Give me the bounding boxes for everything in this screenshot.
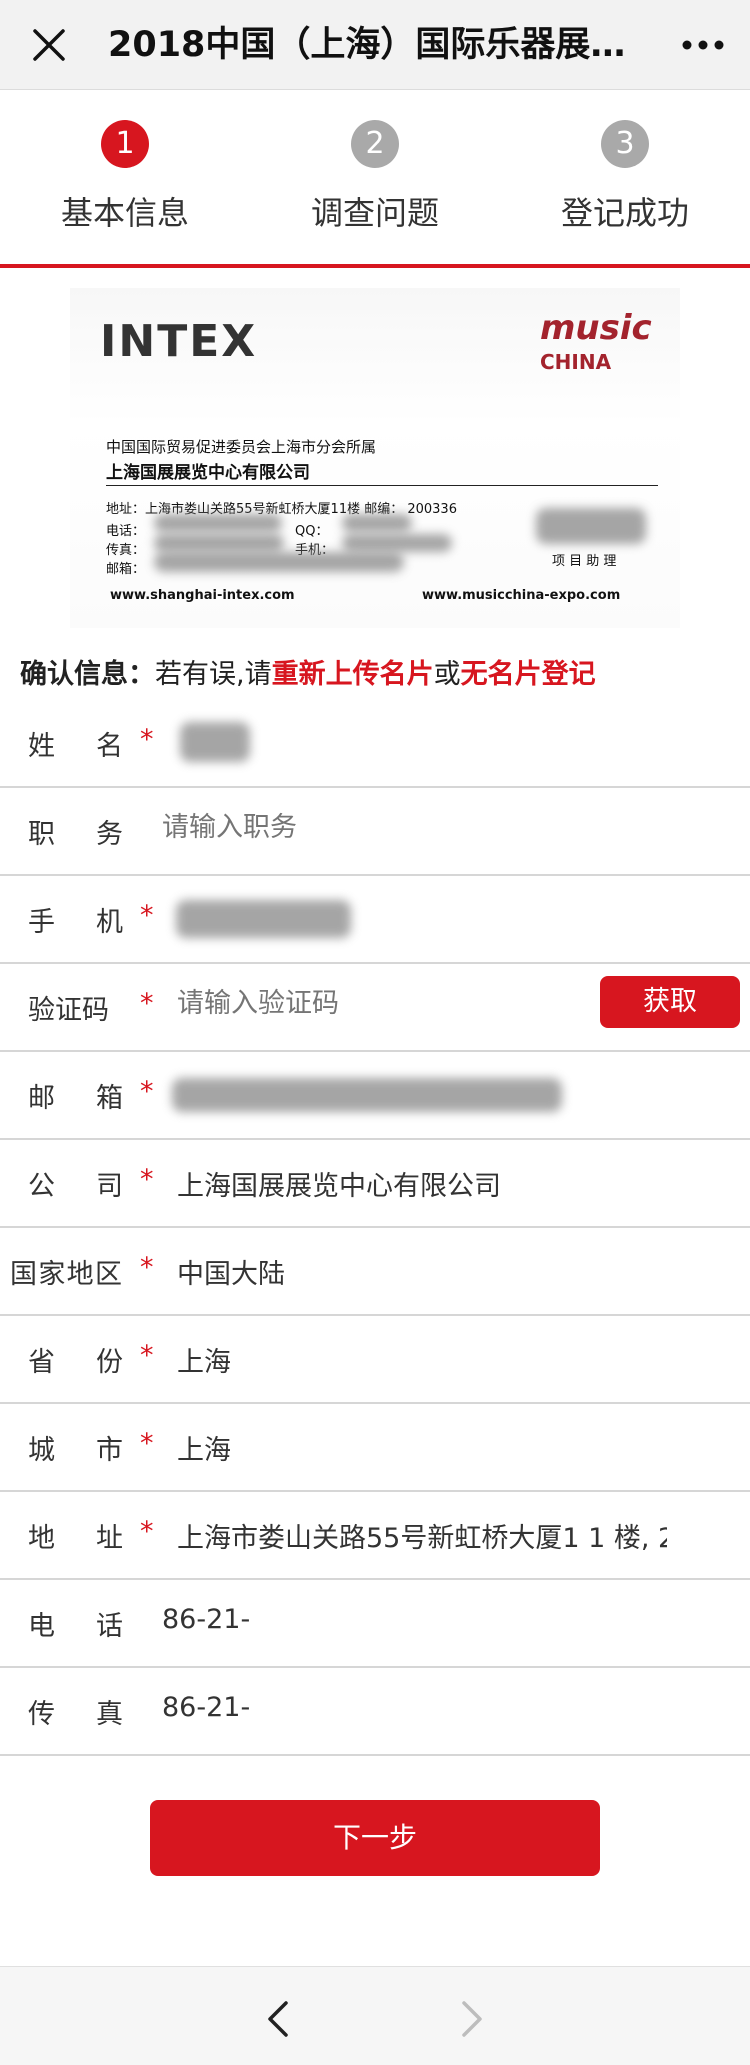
forward-arrow-icon[interactable] [458, 1999, 488, 2039]
required-mark: * [140, 988, 154, 1019]
form-row-fax: 传真 86-21- [0, 1668, 750, 1756]
region-field[interactable]: 中国大陆 [177, 1252, 667, 1291]
redacted-area [154, 534, 284, 552]
progress-steps: 1 基本信息 2 调查问题 3 登记成功 [0, 90, 750, 266]
form-row-address: 地址 * 上海市娄山关路55号新虹桥大厦1 1 楼, 2 [0, 1492, 750, 1580]
email-field[interactable] [172, 1078, 562, 1112]
required-mark: * [140, 1252, 154, 1283]
position-label: 职务 [28, 819, 123, 850]
mobile-label: 手机 [28, 907, 123, 938]
confirm-info: 确认信息：若有误,请重新上传名片或无名片登记 [20, 652, 740, 691]
form-row-company: 公司 * 上海国展展览中心有限公司 [0, 1140, 750, 1228]
city-field[interactable]: 上海 [177, 1428, 667, 1467]
confirm-text-or: 或 [433, 659, 461, 690]
next-step-button[interactable]: 下一步 [150, 1800, 600, 1876]
required-mark: * [140, 724, 154, 755]
card-fax-label: 传真： [106, 543, 146, 558]
city-label: 城市 [28, 1435, 123, 1466]
form-row-code: 验证码 * 获取 [0, 964, 750, 1052]
phone-label: 电话 [28, 1611, 123, 1642]
position-input[interactable] [162, 812, 642, 843]
intex-logo: INTEX [100, 316, 258, 367]
card-divider [106, 485, 658, 486]
form-row-province: 省份 * 上海 [0, 1316, 750, 1404]
mobile-field[interactable] [176, 900, 351, 938]
required-mark: * [140, 1340, 154, 1371]
more-icon[interactable] [680, 30, 726, 60]
business-card-image: INTEX music CHINA 中国国际贸易促进委员会上海市分会所属 上海国… [70, 288, 680, 628]
verification-code-input[interactable] [177, 988, 577, 1019]
fax-field[interactable]: 86-21- [162, 1692, 652, 1723]
fax-label: 传真 [28, 1699, 123, 1730]
step-survey: 2 调查问题 [250, 90, 500, 266]
company-label: 公司 [28, 1171, 123, 1202]
card-job-title: 项 目 助 理 [552, 554, 617, 569]
form-row-city: 城市 * 上海 [0, 1404, 750, 1492]
card-url-right: www.musicchina-expo.com [422, 588, 621, 603]
step-number: 1 [101, 120, 149, 168]
music-china-logo-sub: CHINA [540, 350, 612, 374]
email-label: 邮箱 [28, 1083, 123, 1114]
page-title: 2018中国（上海）国际乐器展… [108, 25, 626, 65]
required-mark: * [140, 1428, 154, 1459]
card-org-line1: 中国国际贸易促进委员会上海市分会所属 [106, 438, 377, 456]
name-field[interactable] [180, 722, 250, 762]
address-label: 地址 [28, 1523, 123, 1554]
province-label: 省份 [28, 1347, 123, 1378]
form-row-mobile: 手机 * [0, 876, 750, 964]
required-mark: * [140, 1076, 154, 1107]
form-row-name: 姓名 * [0, 700, 750, 788]
steps-divider [0, 264, 750, 268]
code-label: 验证码 [28, 995, 109, 1026]
card-qq-label: QQ： [295, 524, 329, 539]
required-mark: * [140, 1516, 154, 1547]
step-label: 登记成功 [560, 194, 689, 232]
title-bar: 2018中国（上海）国际乐器展… [0, 0, 750, 90]
get-code-button[interactable]: 获取 [600, 976, 740, 1028]
required-mark: * [140, 900, 154, 931]
no-card-register-link[interactable]: 无名片登记 [461, 659, 596, 690]
address-field[interactable]: 上海市娄山关路55号新虹桥大厦1 1 楼, 2 [177, 1516, 667, 1555]
phone-field[interactable]: 86-21- [162, 1604, 652, 1635]
form-row-email: 邮箱 * [0, 1052, 750, 1140]
step-label: 调查问题 [310, 194, 439, 232]
province-field[interactable]: 上海 [177, 1340, 667, 1379]
redacted-area [342, 514, 412, 532]
redacted-area [154, 552, 404, 572]
form-row-region: 国家地区 * 中国大陆 [0, 1228, 750, 1316]
redacted-area [536, 508, 646, 544]
confirm-label: 确认信息： [20, 659, 155, 690]
form-row-position: 职务 [0, 788, 750, 876]
required-mark: * [140, 1164, 154, 1195]
card-phone-label: 电话： [106, 524, 146, 539]
company-field[interactable]: 上海国展展览中心有限公司 [177, 1164, 667, 1203]
step-number: 3 [601, 120, 649, 168]
step-basic-info: 1 基本信息 [0, 90, 250, 266]
form-row-phone: 电话 86-21- [0, 1580, 750, 1668]
close-icon[interactable] [30, 26, 68, 64]
step-success: 3 登记成功 [500, 90, 750, 266]
card-email-label: 邮箱： [106, 562, 146, 577]
card-org-line2: 上海国展展览中心有限公司 [106, 463, 310, 483]
card-url-left: www.shanghai-intex.com [110, 588, 295, 603]
bottom-nav-bar [0, 1966, 750, 2065]
confirm-text: 若有误,请 [155, 659, 272, 690]
redacted-area [342, 534, 452, 552]
region-label: 国家地区 [10, 1259, 122, 1290]
name-label: 姓名 [28, 731, 123, 762]
step-label: 基本信息 [60, 194, 189, 232]
back-arrow-icon[interactable] [262, 1999, 292, 2039]
redacted-area [154, 514, 282, 532]
step-number: 2 [351, 120, 399, 168]
reupload-card-link[interactable]: 重新上传名片 [272, 659, 434, 690]
music-china-logo: music [540, 308, 652, 348]
